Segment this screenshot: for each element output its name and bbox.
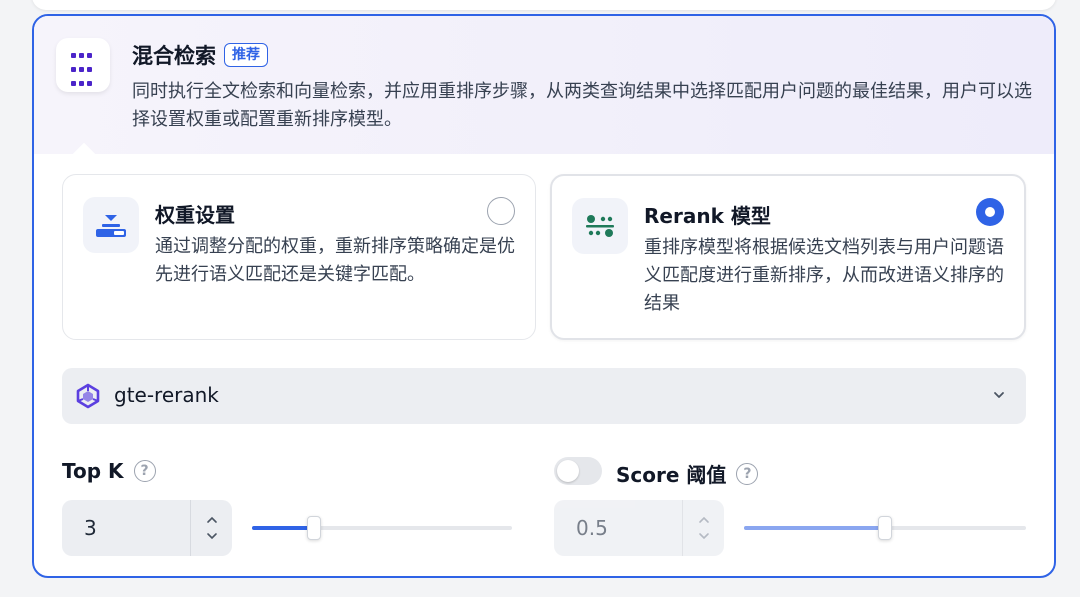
recommend-badge: 推荐 [224, 43, 268, 67]
top-k-slider[interactable] [252, 516, 512, 540]
hybrid-search-card[interactable]: 混合检索 推荐 同时执行全文检索和向量检索，并应用重排序步骤，从两类查询结果中选… [32, 14, 1056, 578]
score-threshold-toggle[interactable] [554, 457, 602, 485]
rerank-model-title: Rerank 模型 [644, 204, 771, 228]
rerank-model-radio[interactable] [976, 198, 1004, 226]
score-threshold-input[interactable]: 0.5 [554, 500, 724, 556]
top-k-label-row: Top K ? [62, 459, 156, 483]
rerank-model-value: gte-rerank [114, 383, 219, 407]
score-threshold-slider-fill [744, 526, 885, 530]
hybrid-search-title: 混合检索 [132, 44, 216, 68]
score-threshold-help-icon[interactable]: ? [736, 462, 759, 485]
weight-settings-option[interactable]: 权重设置 通过调整分配的权重，重新排序策略确定是优先进行语义匹配还是关键字匹配。 [62, 174, 536, 340]
top-k-slider-fill [252, 526, 314, 530]
grid-icon [56, 38, 110, 92]
score-threshold-label-row: Score 阈值 ? [616, 459, 759, 488]
score-threshold-slider-thumb[interactable] [878, 516, 892, 540]
weight-icon [83, 197, 139, 253]
score-threshold-slider[interactable] [744, 516, 1026, 540]
top-k-stepper[interactable] [190, 500, 232, 556]
weight-settings-title: 权重设置 [155, 203, 235, 227]
weight-settings-description: 通过调整分配的权重，重新排序策略确定是优先进行语义匹配还是关键字匹配。 [155, 236, 515, 285]
hybrid-search-title-row: 混合检索 推荐 [132, 40, 268, 70]
stepper-down-icon[interactable] [697, 531, 711, 541]
weight-settings-radio[interactable] [487, 197, 515, 225]
hybrid-search-header: 混合检索 推荐 同时执行全文检索和向量检索，并应用重排序步骤，从两类查询结果中选… [34, 16, 1054, 154]
rerank-model-select[interactable]: gte-rerank [62, 368, 1026, 424]
rerank-icon [572, 198, 628, 254]
top-k-slider-thumb[interactable] [307, 516, 321, 540]
stepper-up-icon[interactable] [205, 515, 219, 525]
model-provider-logo-icon [74, 382, 102, 414]
hybrid-search-description: 同时执行全文检索和向量检索，并应用重排序步骤，从两类查询结果中选择匹配用户问题的… [132, 81, 1032, 130]
stepper-down-icon[interactable] [205, 531, 219, 541]
top-k-input[interactable]: 3 [62, 500, 232, 556]
score-threshold-stepper[interactable] [682, 500, 724, 556]
score-threshold-value: 0.5 [576, 516, 608, 540]
rerank-model-option[interactable]: Rerank 模型 重排序模型将根据候选文档列表与用户问题语义匹配度进行重新排序… [550, 174, 1026, 340]
top-k-help-icon[interactable]: ? [133, 460, 156, 482]
rerank-model-description: 重排序模型将根据候选文档列表与用户问题语义匹配度进行重新排序，从而改进语义排序的… [644, 237, 1004, 314]
top-k-value: 3 [84, 516, 97, 540]
top-k-label: Top K [62, 459, 124, 483]
chevron-down-icon[interactable] [990, 386, 1008, 408]
stepper-up-icon[interactable] [697, 515, 711, 525]
previous-card [32, 0, 1056, 10]
score-threshold-label: Score 阈值 [616, 463, 727, 487]
